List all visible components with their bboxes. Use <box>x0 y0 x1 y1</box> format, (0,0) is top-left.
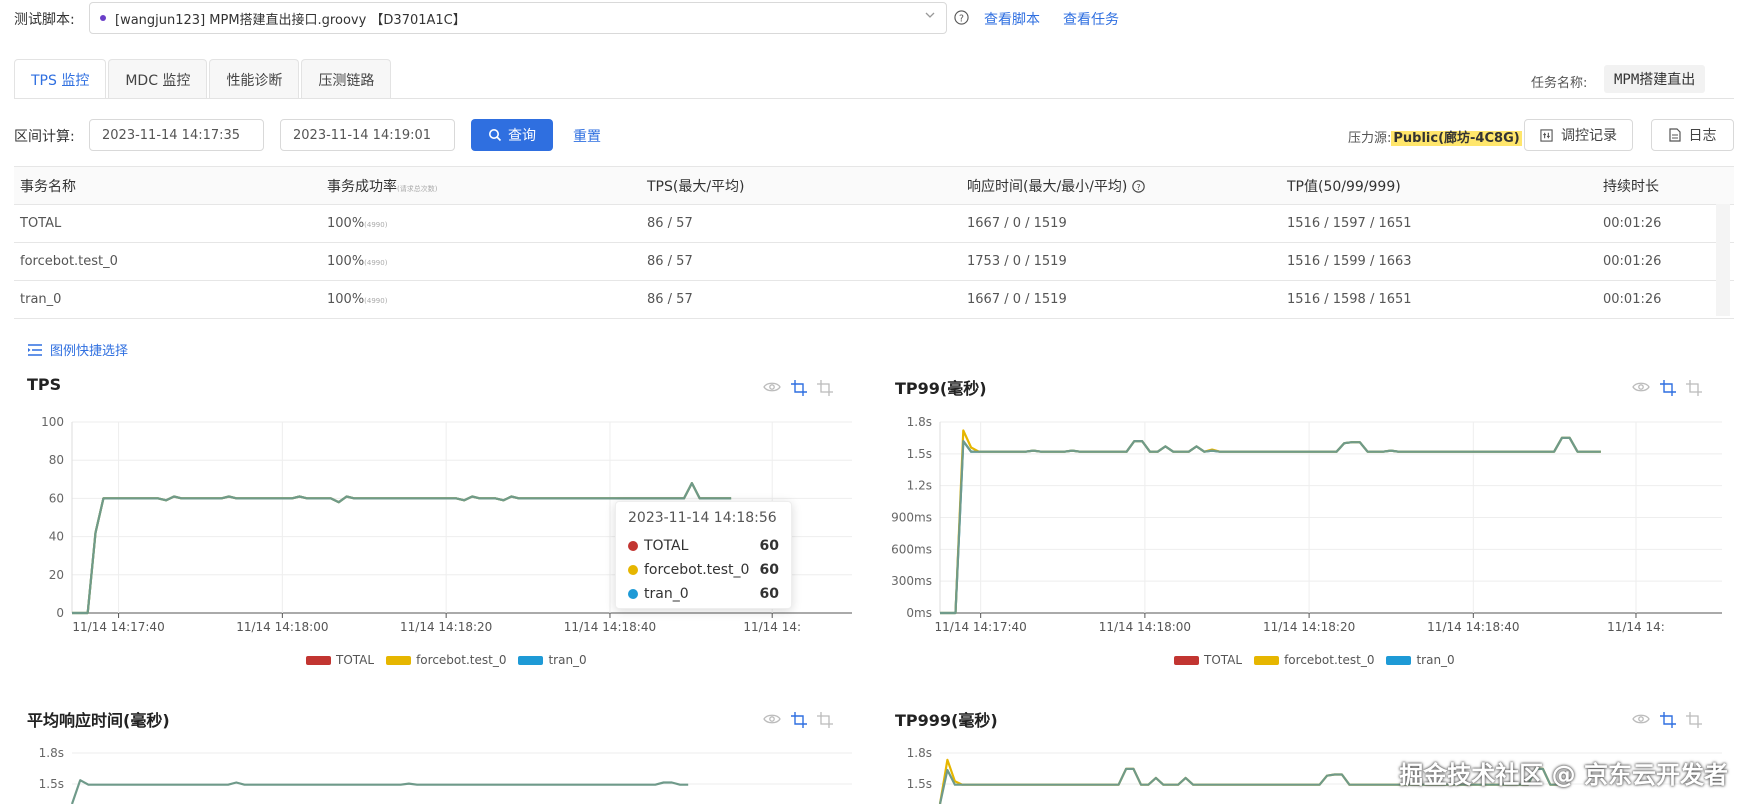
legend-item-forcebot[interactable]: forcebot.test_0 <box>386 653 506 667</box>
y-tick-label: 1.5s <box>39 777 64 791</box>
y-tick-label: 1.8s <box>907 746 932 760</box>
x-tick-label: 11/14 14:18:00 <box>1099 620 1191 634</box>
tooltip-value: 60 <box>759 562 779 578</box>
y-tick-label: 0ms <box>906 606 932 620</box>
tooltip-row: forcebot.test_0 60 <box>628 558 779 582</box>
x-tick-label: 11/14 14:18:20 <box>1263 620 1355 634</box>
y-tick-label: 1.8s <box>39 746 64 760</box>
legend-label: forcebot.test_0 <box>416 653 507 667</box>
dot-icon <box>628 565 638 575</box>
x-tick-label: 11/14 14:17:40 <box>935 620 1027 634</box>
legend-item-tran[interactable]: tran_0 <box>1386 653 1455 667</box>
y-tick-label: 80 <box>49 453 64 467</box>
tp99-legend: TOTAL forcebot.test_0 tran_0 <box>1174 653 1455 667</box>
y-tick-label: 600ms <box>891 542 932 556</box>
series-line-TOTAL <box>940 436 1601 615</box>
y-tick-label: 40 <box>49 530 64 544</box>
tooltip-name: forcebot.test_0 <box>644 562 750 578</box>
tooltip-row: TOTAL 60 <box>628 534 779 558</box>
legend-item-forcebot[interactable]: forcebot.test_0 <box>1254 653 1374 667</box>
x-tick-label: 11/14 14: <box>743 620 801 634</box>
tps-legend: TOTAL forcebot.test_0 tran_0 <box>306 653 587 667</box>
y-tick-label: 300ms <box>891 574 932 588</box>
x-tick-label: 11/14 14:18:40 <box>564 620 656 634</box>
x-tick-label: 11/14 14:18:40 <box>1427 620 1519 634</box>
charts-canvas[interactable]: 0 20 40 60 80 100 11/14 14:17:40 11/14 14:18:00… <box>0 0 1750 804</box>
tooltip-row: tran_0 60 <box>628 582 779 606</box>
tooltip-time: 2023-11-14 14:18:56 <box>628 510 777 526</box>
y-tick-label: 1.8s <box>907 415 932 429</box>
y-tick-label: 60 <box>49 491 64 505</box>
y-tick-label: 900ms <box>891 511 932 525</box>
x-tick-label: 11/14 14:17:40 <box>72 620 164 634</box>
tooltip-name: TOTAL <box>644 538 689 554</box>
y-tick-label: 1.2s <box>907 479 932 493</box>
chart-2: 1.5s 1.8s <box>39 746 852 804</box>
chart-1: 0ms300ms600ms900ms1.2s1.5s1.8s11/14 14:1… <box>891 415 1722 634</box>
x-tick-label: 11/14 14: <box>1607 620 1665 634</box>
site-watermark: 掘金技术社区 @ 京东云开发者 <box>1399 761 1728 789</box>
dot-icon <box>628 589 638 599</box>
series-line-forcebot-test-0 <box>940 429 1601 615</box>
legend-label: TOTAL <box>1204 653 1243 667</box>
chart-tooltip: 2023-11-14 14:18:56 TOTAL 60 forcebot.tes… <box>615 501 792 609</box>
legend-label: TOTAL <box>336 653 375 667</box>
y-tick-label: 20 <box>49 568 64 582</box>
series-line-TOTAL <box>70 779 689 804</box>
x-tick-label: 11/14 14:18:20 <box>400 620 492 634</box>
y-tick-label: 0 <box>56 606 64 620</box>
legend-item-total[interactable]: TOTAL <box>306 653 374 667</box>
legend-item-total[interactable]: TOTAL <box>1174 653 1242 667</box>
legend-label: tran_0 <box>548 653 587 667</box>
y-tick-label: 1.5s <box>907 447 932 461</box>
legend-item-tran[interactable]: tran_0 <box>518 653 587 667</box>
y-tick-label: 1.5s <box>907 777 932 791</box>
legend-label: tran_0 <box>1416 653 1455 667</box>
tooltip-value: 60 <box>759 586 779 602</box>
y-tick-label: 100 <box>41 415 64 429</box>
series-line-tran-0 <box>940 436 1601 615</box>
tooltip-value: 60 <box>759 538 779 554</box>
tooltip-name: tran_0 <box>644 586 689 602</box>
dot-icon <box>628 541 638 551</box>
legend-label: forcebot.test_0 <box>1284 653 1375 667</box>
x-tick-label: 11/14 14:18:00 <box>236 620 328 634</box>
